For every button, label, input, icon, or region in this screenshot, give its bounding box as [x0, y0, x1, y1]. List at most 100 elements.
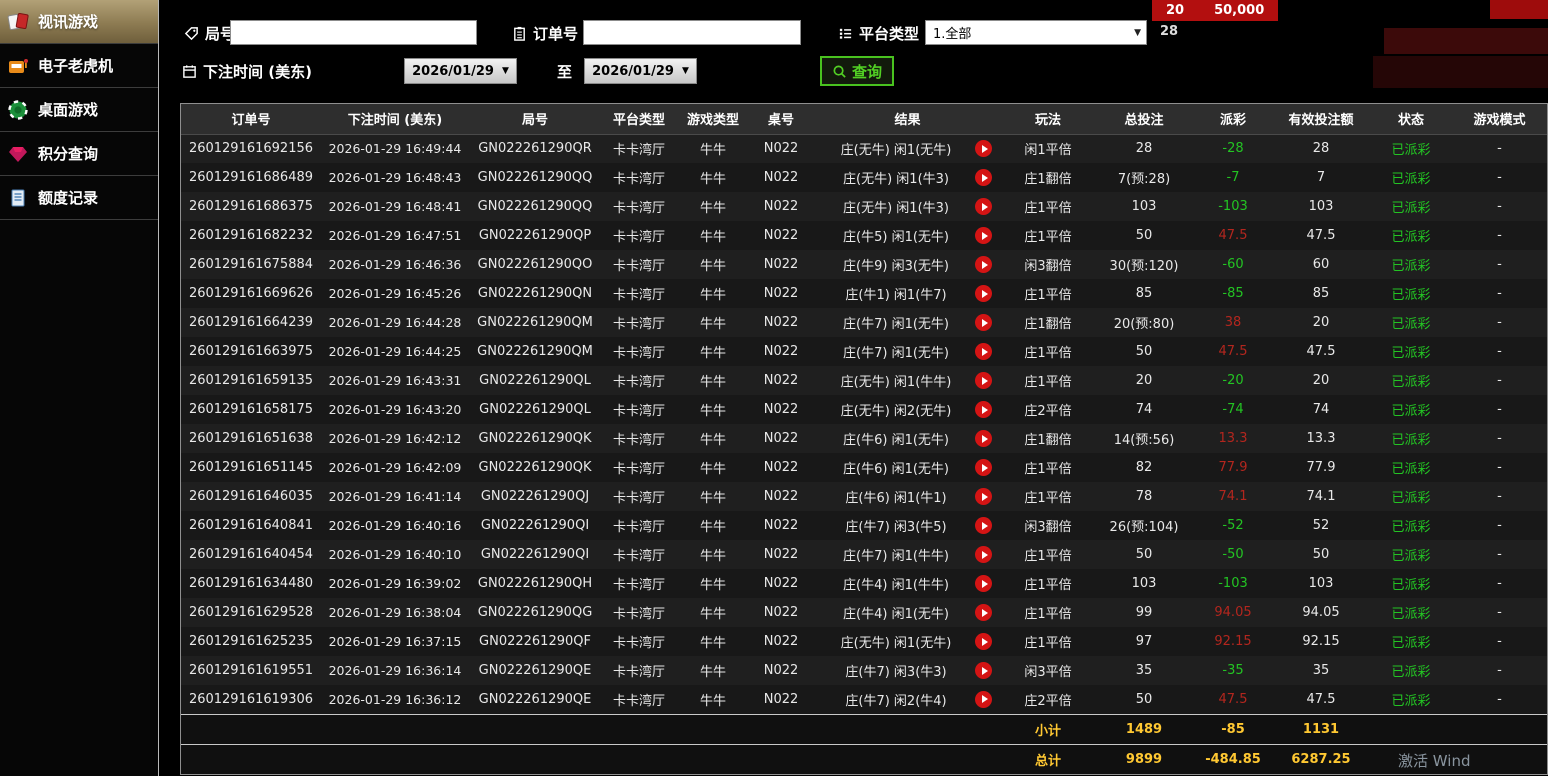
play-button[interactable] — [975, 169, 992, 186]
play-button[interactable] — [975, 633, 992, 650]
platform-type-select[interactable]: 1.全部 ▼ — [925, 20, 1147, 45]
play-button[interactable] — [975, 256, 992, 273]
result-text: 庄(无牛) 闲2(无牛) — [840, 404, 952, 419]
cell-round: GN022261290QM — [477, 315, 593, 330]
col-result: 结果 — [813, 104, 1002, 135]
order-number-input[interactable] — [583, 20, 801, 45]
table-row: 260129161658175 2026-01-29 16:43:20 GN0222… — [181, 395, 1547, 424]
date-from-picker[interactable]: 2026/01/29 ▼ — [404, 58, 517, 84]
cell-valid-bet: 74 — [1312, 402, 1330, 417]
cell-platform: 卡卡湾厅 — [612, 462, 665, 477]
play-button[interactable] — [975, 604, 992, 621]
cell-platform: 卡卡湾厅 — [612, 693, 665, 709]
cell-platform: 卡卡湾厅 — [612, 549, 665, 564]
cell-round: GN022261290QG — [477, 605, 593, 620]
cell-status: 已派彩 — [1391, 375, 1431, 390]
date-to-picker[interactable]: 2026/01/29 ▼ — [584, 58, 697, 84]
result-text: 庄(无牛) 闲1(无牛) — [840, 143, 952, 159]
cell-table-number: N022 — [763, 576, 799, 591]
play-button[interactable] — [975, 546, 992, 563]
cell-game-mode: - — [1497, 576, 1502, 591]
cell-play-method: 庄2平倍 — [1024, 404, 1072, 419]
clipboard-icon — [514, 26, 525, 41]
table-row: 260129161675884 2026-01-29 16:46:36 GN0222… — [181, 250, 1547, 279]
cell-round: GN022261290QI — [480, 518, 590, 533]
cell-game-type: 牛牛 — [699, 259, 726, 274]
table-row: 260129161619551 2026-01-29 16:36:14 GN0222… — [181, 656, 1547, 685]
platform-type-label: 平台类型 — [838, 20, 919, 46]
cell-valid-bet: 28 — [1312, 141, 1330, 157]
cell-platform: 卡卡湾厅 — [612, 520, 665, 535]
play-button[interactable] — [975, 430, 992, 447]
sidebar-item-video-games[interactable]: 视讯游戏 — [0, 0, 158, 44]
cell-status: 已派彩 — [1391, 346, 1431, 361]
cell-table-number: N022 — [763, 547, 799, 562]
play-button[interactable] — [975, 372, 992, 389]
cell-table-number: N022 — [763, 691, 799, 707]
date-to-value: 2026/01/29 — [592, 63, 674, 79]
cell-total-bet: 97 — [1135, 634, 1153, 649]
cell-order: 260129161675884 — [188, 257, 314, 272]
cell-time: 2026-01-29 16:36:12 — [328, 691, 462, 707]
cell-order: 260129161664239 — [188, 315, 314, 330]
cell-platform: 卡卡湾厅 — [612, 230, 665, 245]
sidebar-item-table-games[interactable]: 桌面游戏 — [0, 88, 158, 132]
col-table-number: 桌号 — [749, 104, 813, 135]
play-button[interactable] — [975, 459, 992, 476]
table-row: 260129161651638 2026-01-29 16:42:12 GN0222… — [181, 424, 1547, 453]
play-button[interactable] — [975, 140, 992, 158]
cell-total-bet: 20(预:80) — [1113, 317, 1175, 332]
cell-table-number: N022 — [763, 199, 799, 214]
cell-result: 庄(无牛) 闲1(牛3) — [813, 192, 1002, 221]
cell-game-mode: - — [1497, 373, 1502, 388]
cell-total-bet: 99 — [1135, 605, 1153, 620]
sidebar-item-slots[interactable]: 电子老虎机 — [0, 44, 158, 88]
play-button[interactable] — [975, 198, 992, 215]
cell-result: 庄(无牛) 闲1(无牛) — [813, 134, 1002, 163]
cell-total-bet: 50 — [1135, 691, 1153, 707]
table-row: 260129161669626 2026-01-29 16:45:26 GN0222… — [181, 279, 1547, 308]
play-button[interactable] — [975, 314, 992, 331]
cell-play-method: 庄1翻倍 — [1024, 172, 1072, 187]
play-button[interactable] — [975, 401, 992, 418]
table-row: 260129161634480 2026-01-29 16:39:02 GN0222… — [181, 569, 1547, 598]
cell-table-number: N022 — [763, 257, 799, 272]
cell-platform: 卡卡湾厅 — [612, 288, 665, 303]
play-button[interactable] — [975, 488, 992, 505]
cell-payout: -74 — [1222, 402, 1244, 417]
cell-total-bet: 50 — [1135, 228, 1153, 243]
cell-play-method: 庄1平倍 — [1024, 491, 1072, 506]
sidebar-item-points-query[interactable]: 积分查询 — [0, 132, 158, 176]
result-text: 庄(无牛) 闲1(牛3) — [843, 201, 949, 216]
cell-time: 2026-01-29 16:39:02 — [328, 576, 462, 591]
cell-order: 260129161659135 — [188, 373, 314, 388]
subtotal-valid-bet: 1131 — [1272, 713, 1370, 744]
cell-round: GN022261290QQ — [477, 170, 593, 185]
cards-icon — [7, 12, 29, 32]
cell-payout: -50 — [1222, 547, 1244, 562]
cell-game-mode: - — [1497, 170, 1502, 185]
play-button[interactable] — [975, 285, 992, 302]
table-row: 260129161692156 2026-01-29 16:49:44 GN0222… — [181, 134, 1547, 163]
round-number-input[interactable] — [230, 20, 477, 45]
cell-round: GN022261290QE — [478, 663, 592, 678]
cell-round: GN022261290QK — [478, 431, 592, 446]
cell-game-type: 牛牛 — [699, 404, 726, 419]
cell-game-type: 牛牛 — [699, 375, 726, 390]
cell-game-type: 牛牛 — [699, 433, 726, 448]
play-button[interactable] — [975, 343, 992, 360]
query-button[interactable]: 查询 — [820, 56, 895, 86]
play-button[interactable] — [975, 662, 992, 679]
play-button[interactable] — [975, 227, 992, 244]
cell-order: 260129161629528 — [188, 605, 314, 620]
sidebar-item-credit-records[interactable]: 额度记录 — [0, 176, 158, 220]
sidebar-item-label: 视讯游戏 — [38, 13, 99, 31]
cell-game-mode: - — [1497, 286, 1502, 301]
play-button[interactable] — [975, 517, 992, 534]
result-text: 庄(牛1) 闲1(牛7) — [845, 288, 947, 303]
play-button[interactable] — [975, 690, 992, 708]
cell-status: 已派彩 — [1391, 433, 1431, 448]
cell-valid-bet: 7 — [1316, 170, 1326, 185]
play-button[interactable] — [975, 575, 992, 592]
cell-payout: -103 — [1218, 576, 1248, 591]
